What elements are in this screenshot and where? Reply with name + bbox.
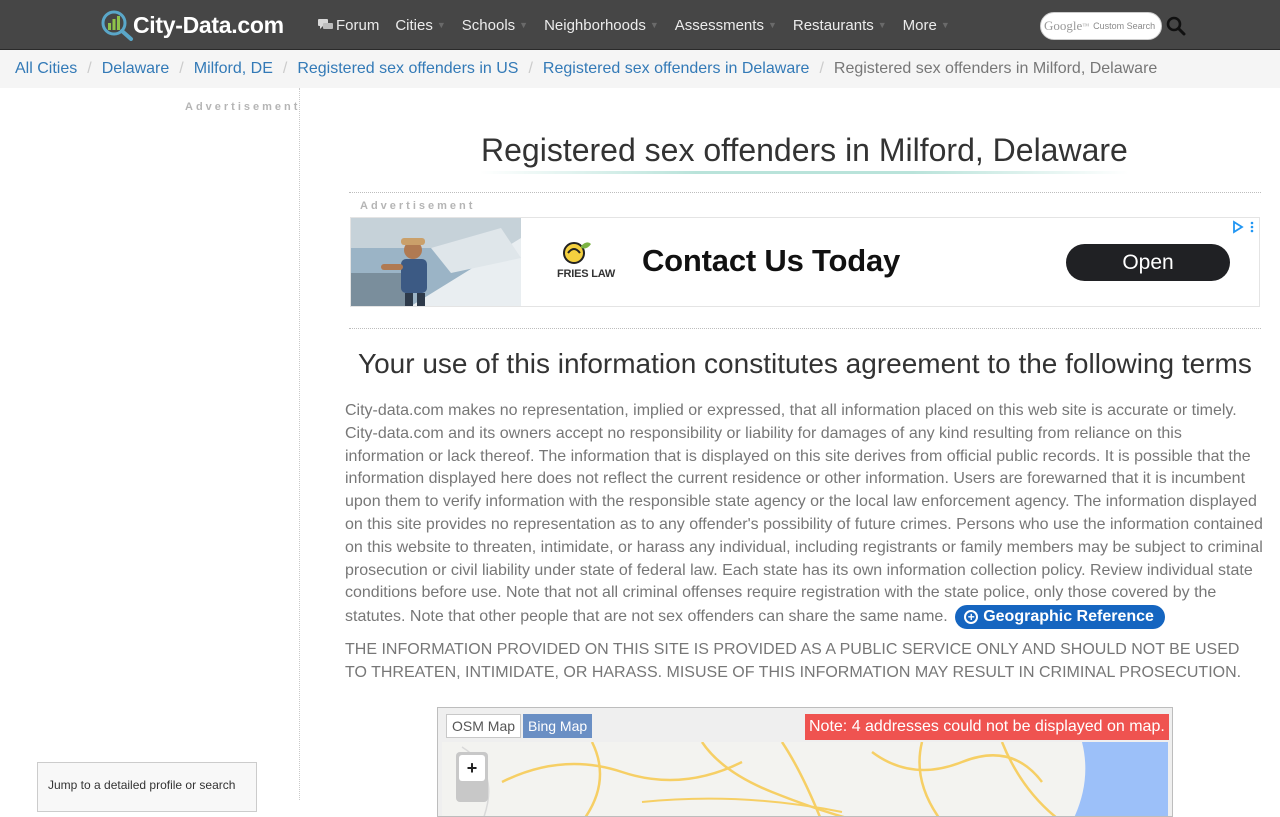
geographic-reference-button[interactable]: + Geographic Reference (955, 605, 1165, 630)
terms-text: City-data.com makes no representation, i… (345, 402, 1263, 626)
breadcrumb-separator: / (87, 60, 92, 77)
ad-banner[interactable]: FRIES LAW Contact Us Today Open (350, 217, 1260, 307)
breadcrumb-separator: / (528, 60, 533, 77)
terms-paragraph: City-data.com makes no representation, i… (345, 400, 1265, 630)
breadcrumb-link[interactable]: Milford, DE (194, 60, 273, 78)
zoom-in-button[interactable]: + (459, 755, 485, 781)
breadcrumb-current: Registered sex offenders in Milford, Del… (833, 60, 1158, 77)
breadcrumb-separator: / (179, 60, 184, 77)
top-navbar: City-Data.com Forum Cities ▼ Schools ▼ N… (0, 0, 1280, 50)
caret-down-icon: ▼ (877, 20, 887, 30)
magnifier-chart-logo-icon (101, 10, 133, 41)
ad-photo (351, 218, 521, 306)
breadcrumb-separator: / (282, 60, 288, 77)
tab-bing-map[interactable]: Bing Map (523, 714, 593, 738)
ad-brand-text: FRIES LAW (557, 268, 616, 280)
nav-forum[interactable]: Forum (318, 17, 379, 34)
map-roads (461, 742, 1168, 816)
jump-to-profile-box[interactable]: Jump to a detailed profile or search (37, 762, 257, 812)
breadcrumb-separator: / (819, 60, 824, 77)
nav-restaurants[interactable]: Restaurants ▼ (793, 17, 887, 34)
tab-osm-map[interactable]: OSM Map (446, 714, 522, 738)
warning-notice: THE INFORMATION PROVIDED ON THIS SITE IS… (345, 641, 1242, 681)
nav-restaurants-label: Restaurants (792, 16, 874, 34)
breadcrumb-link[interactable]: Registered sex offenders in Delaware (543, 60, 810, 78)
search-input[interactable]: Google ™ Custom Search (1040, 12, 1162, 40)
nav-schools[interactable]: Schools ▼ (462, 17, 528, 34)
offender-map: OSM Map Bing Map Note: 4 addresses could… (437, 707, 1173, 817)
search-placeholder: Custom Search (1093, 21, 1156, 31)
search-icon[interactable] (1166, 16, 1186, 36)
nav-assessments-label: Assessments (674, 16, 764, 34)
terms-heading: Your use of this information constitutes… (358, 348, 1252, 379)
logo-text: City-Data.com (133, 11, 284, 38)
adchoices-icon[interactable] (1228, 220, 1258, 234)
map-zoom-control: + (456, 752, 488, 802)
advertisement-label: Advertisement (185, 101, 301, 113)
caret-down-icon: ▼ (767, 20, 777, 30)
breadcrumb: All Cities / Delaware / Milford, DE / Re… (0, 50, 1280, 88)
site-logo[interactable]: City-Data.com (100, 9, 284, 41)
nav-more[interactable]: More ▼ (903, 17, 950, 34)
breadcrumb-link[interactable]: Delaware (102, 60, 170, 78)
caret-down-icon: ▼ (649, 20, 659, 30)
ad-container: Advertisement FRIES LAW Contact Us Today… (349, 192, 1261, 329)
page-title: Registered sex offenders in Milford, Del… (481, 132, 1128, 174)
advertisement-label: Advertisement (360, 200, 476, 212)
jump-to-profile-text: Jump to a detailed profile or search (48, 778, 236, 792)
ad-headline: Contact Us Today (642, 243, 901, 278)
circle-plus-icon: + (964, 610, 979, 625)
nav-neighborhoods-label: Neighborhoods (544, 16, 646, 34)
main-nav: Forum Cities ▼ Schools ▼ Neighborhoods ▼… (318, 0, 966, 50)
nav-cities-label: Cities (395, 16, 433, 34)
google-logo-text: Google (1044, 18, 1083, 33)
caret-down-icon: ▼ (519, 20, 529, 30)
breadcrumb-link[interactable]: Registered sex offenders in US (297, 60, 518, 78)
chat-bubbles-icon (318, 19, 333, 29)
nav-forum-label: Forum (336, 16, 380, 34)
nav-cities[interactable]: Cities ▼ (395, 17, 445, 34)
left-sidebar: Advertisement Jump to a detailed profile… (0, 88, 301, 812)
map-canvas[interactable]: + (442, 742, 1168, 816)
caret-down-icon: ▼ (436, 20, 446, 30)
breadcrumb-link[interactable]: All Cities (15, 60, 77, 78)
nav-neighborhoods[interactable]: Neighborhoods ▼ (544, 17, 659, 34)
nav-schools-label: Schools (461, 16, 516, 34)
caret-down-icon: ▼ (940, 20, 950, 30)
nav-assessments[interactable]: Assessments ▼ (675, 17, 777, 34)
ad-open-button[interactable]: Open (1066, 244, 1230, 281)
geographic-reference-label: Geographic Reference (983, 608, 1154, 626)
map-note-badge: Note: 4 addresses could not be displayed… (805, 714, 1169, 740)
trademark-mark: ™ (1082, 22, 1090, 30)
nav-more-label: More (902, 16, 937, 34)
